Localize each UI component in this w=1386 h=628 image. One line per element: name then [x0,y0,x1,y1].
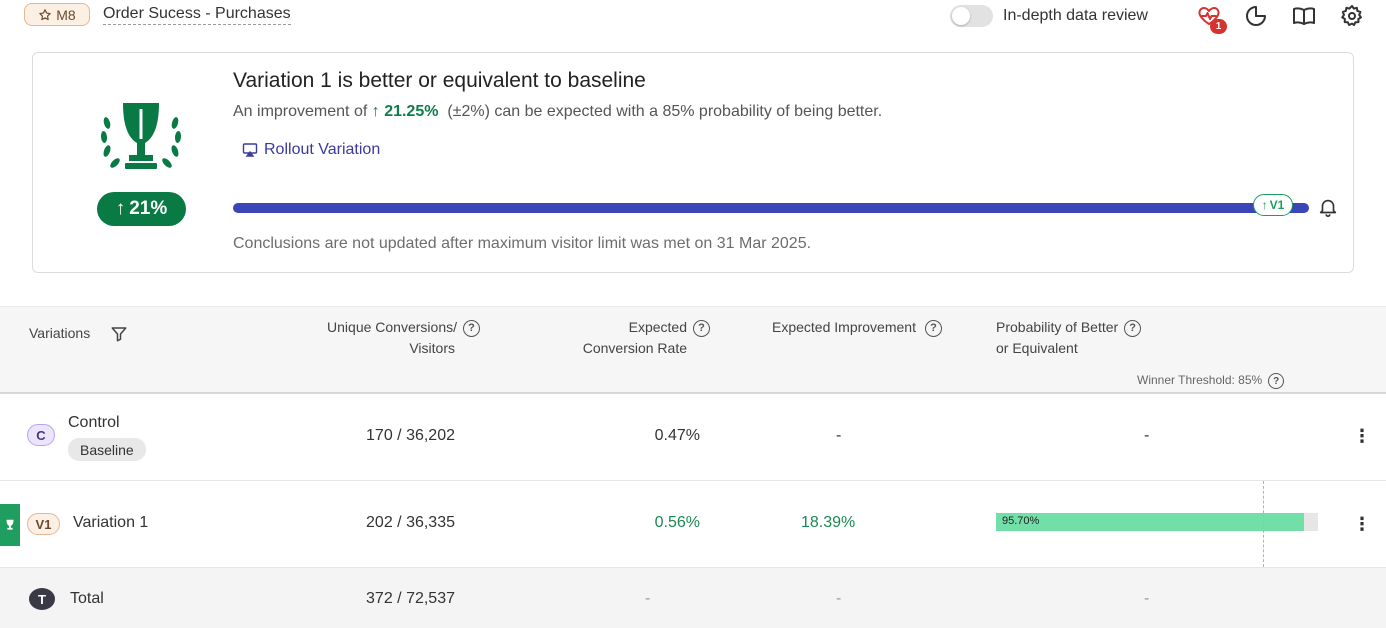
toggle-knob [952,7,970,25]
variation-badge: T [29,588,55,610]
header-probability: Probability of Better? or Equivalent [996,317,1142,359]
header-conversions-line2: Visitors [409,340,455,356]
winner-threshold: Winner Threshold: 85%? [1137,373,1285,389]
improvement-cell: 18.39% [801,514,856,531]
conclusion-note: Conclusions are not updated after maximu… [233,235,812,252]
progress-flag-v1: ↑ V1 [1253,194,1293,216]
header-improvement: Expected Improvement? [772,317,942,338]
improvement-cell: - [836,590,842,607]
filter-icon[interactable] [110,325,128,343]
header-rate-line1: Expected [628,319,687,335]
help-icon[interactable]: ? [1124,319,1142,337]
summary-text-suffix: (±2%) can be expected with a 85% probabi… [447,103,883,120]
conversion-rate-cell: - [645,590,651,607]
rollout-variation-label: Rollout Variation [264,141,381,158]
progress-flag-label: V1 [1269,198,1285,212]
rollout-variation-button[interactable]: Rollout Variation [242,141,380,159]
lift-pill: ↑ 21% [97,192,186,226]
improvement-cell: - [836,427,842,444]
total-label: Total [70,590,104,607]
header-probability-line1: Probability of Better [996,319,1119,335]
variation-badge: V1 [27,513,60,535]
rollout-icon [242,143,258,157]
variation-name: Variation 1 [73,514,149,531]
winner-trophy-icon [0,504,20,546]
help-icon[interactable]: ? [693,319,710,337]
table-row-variation-1: V1 Variation 1 202 / 36,335 0.56% 18.39%… [0,481,1386,568]
metric-badge-label: M8 [56,6,76,23]
summary-lift-number: 21.25% [384,103,439,120]
header-rate-line2: Conversion Rate [582,340,687,356]
star-icon [39,8,51,20]
variation-badge: C [27,424,55,446]
winner-threshold-label: Winner Threshold: 85% [1137,373,1263,388]
probability-bar-fill [996,513,1305,531]
header-conversion-rate: Expected? Conversion Rate [540,317,710,359]
probability-cell: - [1144,427,1150,444]
arrow-up-icon: ↑ [1261,198,1268,212]
baseline-tag: Baseline [68,438,146,461]
trophy-laurel-icon [100,103,182,169]
bell-icon[interactable] [1317,196,1339,218]
conversions-cell: 202 / 36,335 [366,514,455,531]
visitor-progress-bar [233,203,1309,213]
arrow-up-icon: ↑ [115,198,126,219]
probability-cell: - [1144,590,1150,607]
table-row-total: T Total 372 / 72,537 - - - [0,568,1386,628]
help-icon[interactable]: ? [924,319,942,337]
goal-title[interactable]: Order Sucess - Purchases [103,5,291,25]
summary-text-prefix: An improvement of [233,103,368,120]
header-improvement-label: Expected Improvement [772,319,916,335]
header-probability-line2: or Equivalent [996,340,1078,356]
visitor-progress-fill [233,203,1309,213]
table-row-control: C Control Baseline 170 / 36,202 0.47% - … [0,395,1386,481]
header-conversions: Unique Conversions/? Visitors [300,317,480,359]
result-summary-card: ↑ 21% Variation 1 is better or equivalen… [32,52,1354,273]
help-icon[interactable]: ? [463,319,480,337]
conversions-cell: 372 / 72,537 [366,590,455,607]
help-icon[interactable]: ? [1268,373,1285,389]
conversion-rate-cell: 0.47% [654,427,700,444]
gear-icon[interactable] [1340,4,1364,28]
summary-lift-value: ↑ 21.25% [371,103,439,120]
summary-text: An improvement of ↑ 21.25% (±2%) can be … [233,103,882,121]
variation-name: Control [68,414,120,431]
conversion-rate-cell: 0.56% [654,514,700,531]
toggle-label: In-depth data review [1003,7,1148,24]
summary-title: Variation 1 is better or equivalent to b… [233,69,646,92]
metric-badge[interactable]: M8 [24,3,90,26]
conversions-cell: 170 / 36,202 [366,427,455,444]
header-variations: Variations [29,325,91,341]
row-menu-icon[interactable]: ⋮ [1353,426,1371,446]
probability-bar: 95.70% [996,513,1318,531]
results-table-header: Variations Unique Conversions/? Visitors… [0,306,1386,394]
notification-count-badge: 1 [1210,19,1227,34]
in-depth-review-toggle[interactable] [950,5,993,27]
lift-pill-value: 21% [129,198,168,219]
winner-threshold-line [1263,481,1264,567]
book-icon[interactable] [1292,4,1316,28]
probability-label: 95.70% [1002,515,1040,527]
pie-chart-icon[interactable] [1244,4,1268,28]
top-bar: M8 Order Sucess - Purchases In-depth dat… [0,0,1386,34]
row-menu-icon[interactable]: ⋮ [1353,514,1371,534]
header-conversions-line1: Unique Conversions/ [327,319,457,335]
